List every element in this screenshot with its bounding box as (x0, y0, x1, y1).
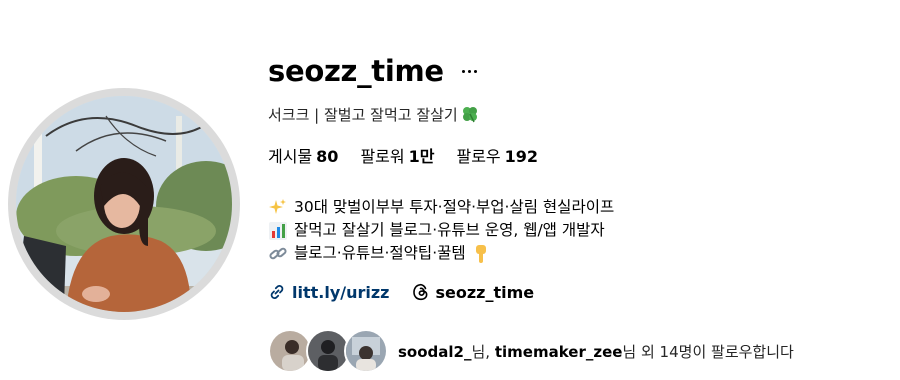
follower-name[interactable]: soodal2_ (398, 343, 471, 361)
followed-by-row[interactable]: soodal2_님, timemaker_zee님 외 14명이 팔로우합니다 (268, 328, 794, 374)
profile-bio: 30대 맞벌이부부 투자·절약·부업·살림 현실라이프 잘먹고 잘살기 블로그·… (268, 196, 888, 265)
followers-value: 1만 (408, 147, 435, 166)
threads-icon (412, 283, 427, 301)
followed-by-separator: 님, (471, 342, 495, 361)
link-chain-icon (270, 285, 284, 299)
more-dot-icon (467, 69, 471, 73)
follower-avatar (344, 329, 388, 373)
followed-by-suffix: 님 외 14명이 팔로우합니다 (622, 342, 794, 361)
bio-line: 블로그·유튜브·절약팁·꿀템 (268, 242, 888, 265)
bio-line: 잘먹고 잘살기 블로그·유튜브 운영, 웹/앱 개발자 (268, 219, 888, 242)
more-dot-icon (473, 69, 477, 73)
follower-avatars (268, 328, 394, 374)
pointing-down-icon (472, 244, 492, 264)
posts-count[interactable]: 게시물 80 (268, 143, 338, 167)
profile-header: seozz_time 서크크 | 잘벌고 잘먹고 잘살기 게시물 80 팔로워 … (0, 0, 900, 380)
profile-links: litt.ly/urizz seozz_time (268, 279, 888, 305)
profile-picture-ring[interactable] (8, 88, 240, 320)
bio-line-text: 잘먹고 잘살기 블로그·유튜브 운영, 웹/앱 개발자 (294, 221, 605, 239)
bio-line-text: 30대 맞벌이부부 투자·절약·부업·살림 현실라이프 (294, 198, 615, 216)
link-icon (268, 244, 288, 264)
profile-info: seozz_time 서크크 | 잘벌고 잘먹고 잘살기 게시물 80 팔로워 … (268, 48, 888, 305)
threads-link[interactable]: seozz_time (412, 282, 535, 302)
followers-count[interactable]: 팔로워 1만 (360, 143, 434, 167)
following-value: 192 (504, 147, 539, 166)
threads-handle: seozz_time (435, 282, 535, 302)
profile-stats: 게시물 80 팔로워 1만 팔로우 192 (268, 142, 888, 168)
posts-label: 게시물 (268, 147, 313, 166)
bar-chart-icon (268, 221, 288, 241)
title-row: seozz_time (268, 48, 888, 94)
profile-picture[interactable] (16, 96, 232, 312)
profile-photo-illustration (16, 96, 232, 312)
followers-label: 팔로워 (360, 147, 405, 166)
more-dot-icon (461, 69, 465, 73)
posts-value: 80 (316, 147, 339, 166)
profile-category: 서크크 | 잘벌고 잘먹고 잘살기 (268, 102, 888, 126)
category-text: 서크크 | 잘벌고 잘먹고 잘살기 (268, 105, 458, 124)
follower-name[interactable]: timemaker_zee (495, 343, 623, 361)
sparkles-icon (268, 198, 288, 218)
followed-by-text[interactable]: soodal2_님, timemaker_zee님 외 14명이 팔로우합니다 (398, 341, 794, 362)
following-count[interactable]: 팔로우 192 (456, 143, 538, 167)
bio-line-text: 블로그·유튜브·절약팁·꿀템 (294, 244, 466, 262)
website-link-text: litt.ly/urizz (292, 282, 390, 302)
following-label: 팔로우 (456, 147, 501, 166)
bio-line: 30대 맞벌이부부 투자·절약·부업·살림 현실라이프 (268, 196, 888, 219)
more-options-button[interactable] (460, 56, 479, 86)
website-link[interactable]: litt.ly/urizz (268, 283, 390, 302)
four-leaf-clover-icon (460, 104, 480, 124)
username: seozz_time (268, 54, 444, 88)
